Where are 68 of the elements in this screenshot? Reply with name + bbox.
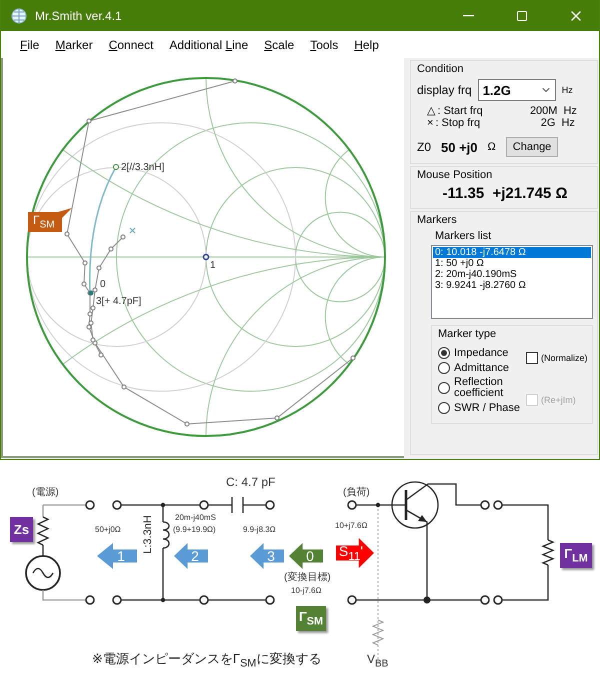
marker-label: 2[//3.3nH] bbox=[121, 163, 164, 173]
field-label: : Start frq bbox=[437, 104, 484, 116]
window-title: Mr.Smith ver.4.1 bbox=[35, 8, 123, 22]
unit-label: Hz bbox=[562, 85, 573, 95]
radio-label: Reflection coefficient bbox=[454, 377, 504, 399]
group-title: Mouse Position bbox=[417, 169, 494, 181]
circuit-label: C: 4.7 pF bbox=[226, 476, 276, 488]
menu-item[interactable]: Marker bbox=[48, 34, 100, 54]
field-value: 50 +j0 bbox=[441, 140, 478, 154]
list-item[interactable]: 2: 20m-j40.190mS bbox=[433, 269, 591, 280]
marker-label: 0 bbox=[100, 280, 106, 290]
unit-label: Hz bbox=[561, 117, 575, 129]
checkbox-label: (Normalize) bbox=[541, 352, 588, 362]
radio-label: Impedance bbox=[454, 348, 510, 358]
maximize-icon bbox=[516, 10, 528, 22]
circuit-label: V$_{BB}$ bbox=[367, 653, 388, 670]
circuit-label: (電源) bbox=[32, 488, 59, 498]
change-button[interactable]: Change bbox=[506, 137, 558, 157]
circuit-label: (9.9+19.9Ω) bbox=[173, 526, 216, 534]
radio-button[interactable] bbox=[438, 362, 450, 374]
radio-button[interactable] bbox=[438, 347, 450, 359]
marker-label: 3[+ 4.7pF] bbox=[96, 297, 142, 307]
list-item[interactable]: 3: 9.9241 -j8.2760 Ω bbox=[433, 280, 591, 291]
field-label: Z0 bbox=[417, 140, 432, 154]
symbol-label: △ bbox=[427, 104, 436, 117]
unit-label: Ω bbox=[488, 141, 496, 153]
checkbox-label: (Re+jIm) bbox=[541, 394, 576, 404]
field-label: display frq bbox=[417, 83, 472, 97]
list-title: Markers list bbox=[435, 230, 492, 242]
menu-item[interactable]: Scale bbox=[257, 34, 302, 54]
list-item[interactable]: 0: 10.018 -j7.6478 Ω bbox=[433, 247, 591, 258]
symbol-badge: Zs bbox=[10, 517, 33, 542]
marker-label: 1 bbox=[210, 261, 216, 271]
circuit-label: 20m-j40mS bbox=[175, 514, 216, 522]
group-title: Markers bbox=[417, 214, 458, 226]
circuit-label: 9.9-j8.3Ω bbox=[243, 526, 276, 534]
field-value: 2G bbox=[540, 117, 556, 129]
note-text: ※電源インピーダンスをΓ$_{SM}$に変換する bbox=[92, 650, 322, 670]
mouse-position-value: -11.35 +j21.745 Ω bbox=[442, 185, 568, 202]
radio-button[interactable] bbox=[438, 402, 450, 414]
group-title: Condition bbox=[417, 63, 464, 75]
radio-label: Admittance bbox=[454, 362, 510, 374]
checkbox[interactable] bbox=[526, 352, 538, 364]
radio-button[interactable] bbox=[438, 382, 450, 394]
unit-label: Hz bbox=[563, 104, 577, 116]
symbol-badge: Γ$_{SM}$ bbox=[296, 606, 326, 631]
minimize-icon bbox=[462, 14, 474, 16]
list-item[interactable]: 1: 50 +j0 Ω bbox=[433, 258, 591, 269]
circuit-label: (変換目標) bbox=[284, 573, 331, 583]
field-label: : Stop frq bbox=[435, 117, 482, 129]
menu-item[interactable]: Connect bbox=[102, 34, 160, 54]
circuit-label: 10-j7.6Ω bbox=[291, 587, 322, 595]
symbol-badge: Γ$_{LM}$ bbox=[560, 543, 592, 568]
circuit-label: 50+j0Ω bbox=[95, 526, 121, 534]
field-value: 200M bbox=[528, 104, 558, 116]
inductor-label: L:3.3nH bbox=[142, 515, 154, 554]
frequency-dropdown[interactable]: 1.2G bbox=[478, 79, 556, 101]
group-title: Marker type bbox=[438, 328, 498, 340]
menu-item[interactable]: Tools bbox=[303, 34, 346, 54]
menu-item[interactable]: File bbox=[13, 34, 46, 54]
circuit-label: 10+j7.6Ω bbox=[335, 522, 368, 530]
circuit-label: (負荷) bbox=[343, 488, 370, 498]
globe-icon bbox=[11, 8, 27, 24]
radio-label: SWR / Phase bbox=[454, 402, 522, 414]
menu-item[interactable]: Additional Line bbox=[162, 34, 256, 54]
symbol-label: × bbox=[427, 117, 434, 129]
menu-item[interactable]: Help bbox=[347, 34, 386, 54]
callout-label: Γ$_{SM}$ bbox=[28, 208, 72, 232]
